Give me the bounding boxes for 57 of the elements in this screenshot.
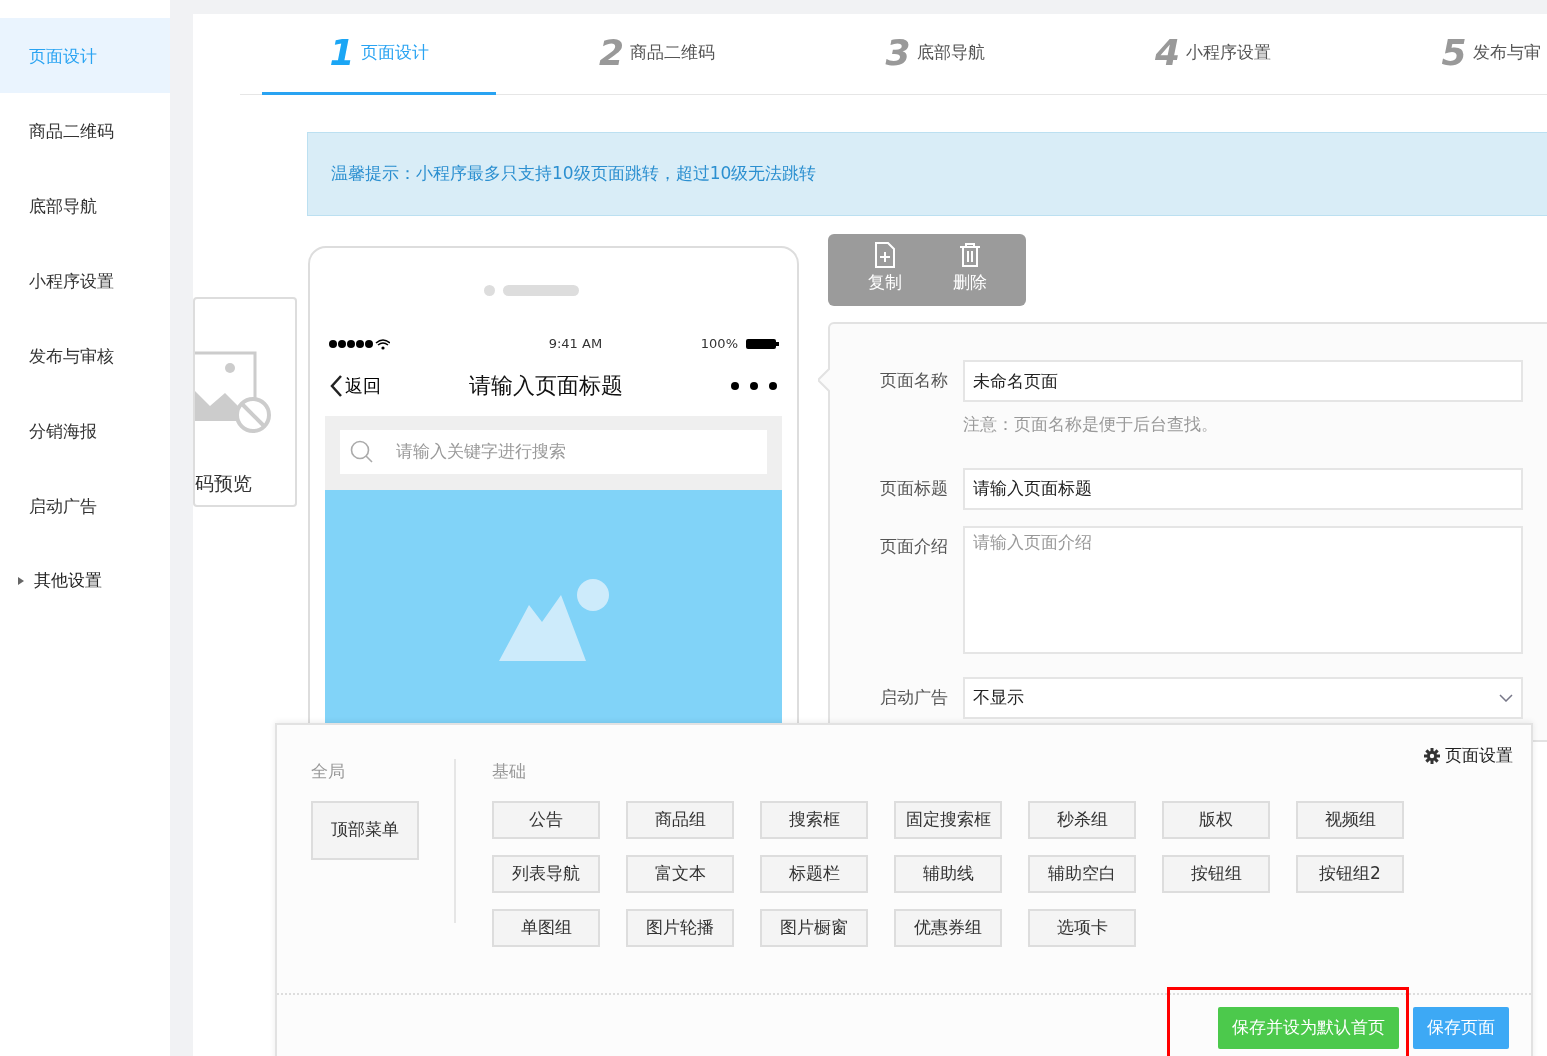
field-label: 启动广告 [879,686,949,709]
component-button[interactable]: 优惠券组 [894,908,1002,947]
page-title: 请输入页面标题 [468,372,623,400]
sidebar-item[interactable]: 小程序设置 [0,243,170,318]
trash-icon [957,242,982,268]
field-label: 页面名称 [879,369,949,392]
component-button[interactable]: 选项卡 [1028,908,1136,947]
component-button[interactable]: 标题栏 [760,854,868,893]
sidebar-item[interactable]: 商品二维码 [0,93,170,168]
preview-label: 码预览 [195,471,252,496]
input-field[interactable]: 未命名页面 [963,360,1523,402]
component-button[interactable]: 图片橱窗 [760,908,868,947]
component-button[interactable]: 按钮组 [1162,854,1270,893]
field-hint: 注意：页面名称是便于后台查找。 [963,413,1219,436]
status-time: 9:41 AM [548,335,603,353]
component-button[interactable]: 搜索框 [760,800,868,839]
component-button[interactable]: 单图组 [492,908,600,947]
component-button[interactable]: 公告 [492,800,600,839]
battery-text: 100% [700,335,738,353]
camera-dot [483,284,495,296]
image-placeholder-icon [498,578,609,661]
search-icon [350,439,374,464]
input-field[interactable]: 请输入页面标题 [963,467,1523,510]
notice-alert: 温馨提示：小程序最多只支持10级页面跳转，超过10级无法跳转 [307,132,1547,216]
component-button[interactable]: 秒杀组 [1028,800,1136,839]
sidebar-item[interactable]: 其他设置 [0,543,170,618]
component-button[interactable]: 视频组 [1296,800,1404,839]
chevron-down-icon [1499,694,1513,702]
component-button[interactable]: 富文本 [626,854,734,893]
field-label: 页面介绍 [879,534,949,558]
sidebar-item[interactable]: 发布与审核 [0,318,170,393]
textarea-field[interactable]: 请输入页面介绍 [963,525,1523,654]
caret-icon [18,576,24,585]
group-title: 基础 [492,760,527,783]
component-button[interactable]: 列表导航 [492,854,600,893]
component-button[interactable]: 图片轮播 [626,908,734,947]
select-field[interactable]: 不显示 [963,677,1523,719]
component-button[interactable]: 固定搜索框 [894,800,1002,839]
settings-icon [1424,747,1440,764]
sidebar-item[interactable]: 启动广告 [0,468,170,543]
signal-icon [328,337,390,350]
page-settings-link[interactable]: 页面设置 [1424,743,1513,769]
component-button[interactable]: 按钮组2 [1296,854,1404,893]
component-button[interactable]: 辅助空白 [1028,854,1136,893]
sidebar-item[interactable]: 分销海报 [0,393,170,468]
field-label: 页面标题 [879,476,949,500]
sidebar-item[interactable]: 底部导航 [0,168,170,243]
battery-icon [746,337,779,350]
copy-icon [872,242,897,268]
component-button[interactable]: 顶部菜单 [311,800,419,860]
back-button[interactable]: 返回 [329,372,381,399]
chevron-left-icon [329,373,343,398]
component-button[interactable]: 商品组 [626,800,734,839]
more-icon[interactable] [730,380,778,391]
component-button[interactable]: 版权 [1162,800,1270,839]
group-title: 全局 [311,760,346,783]
component-button[interactable]: 辅助线 [894,854,1002,893]
